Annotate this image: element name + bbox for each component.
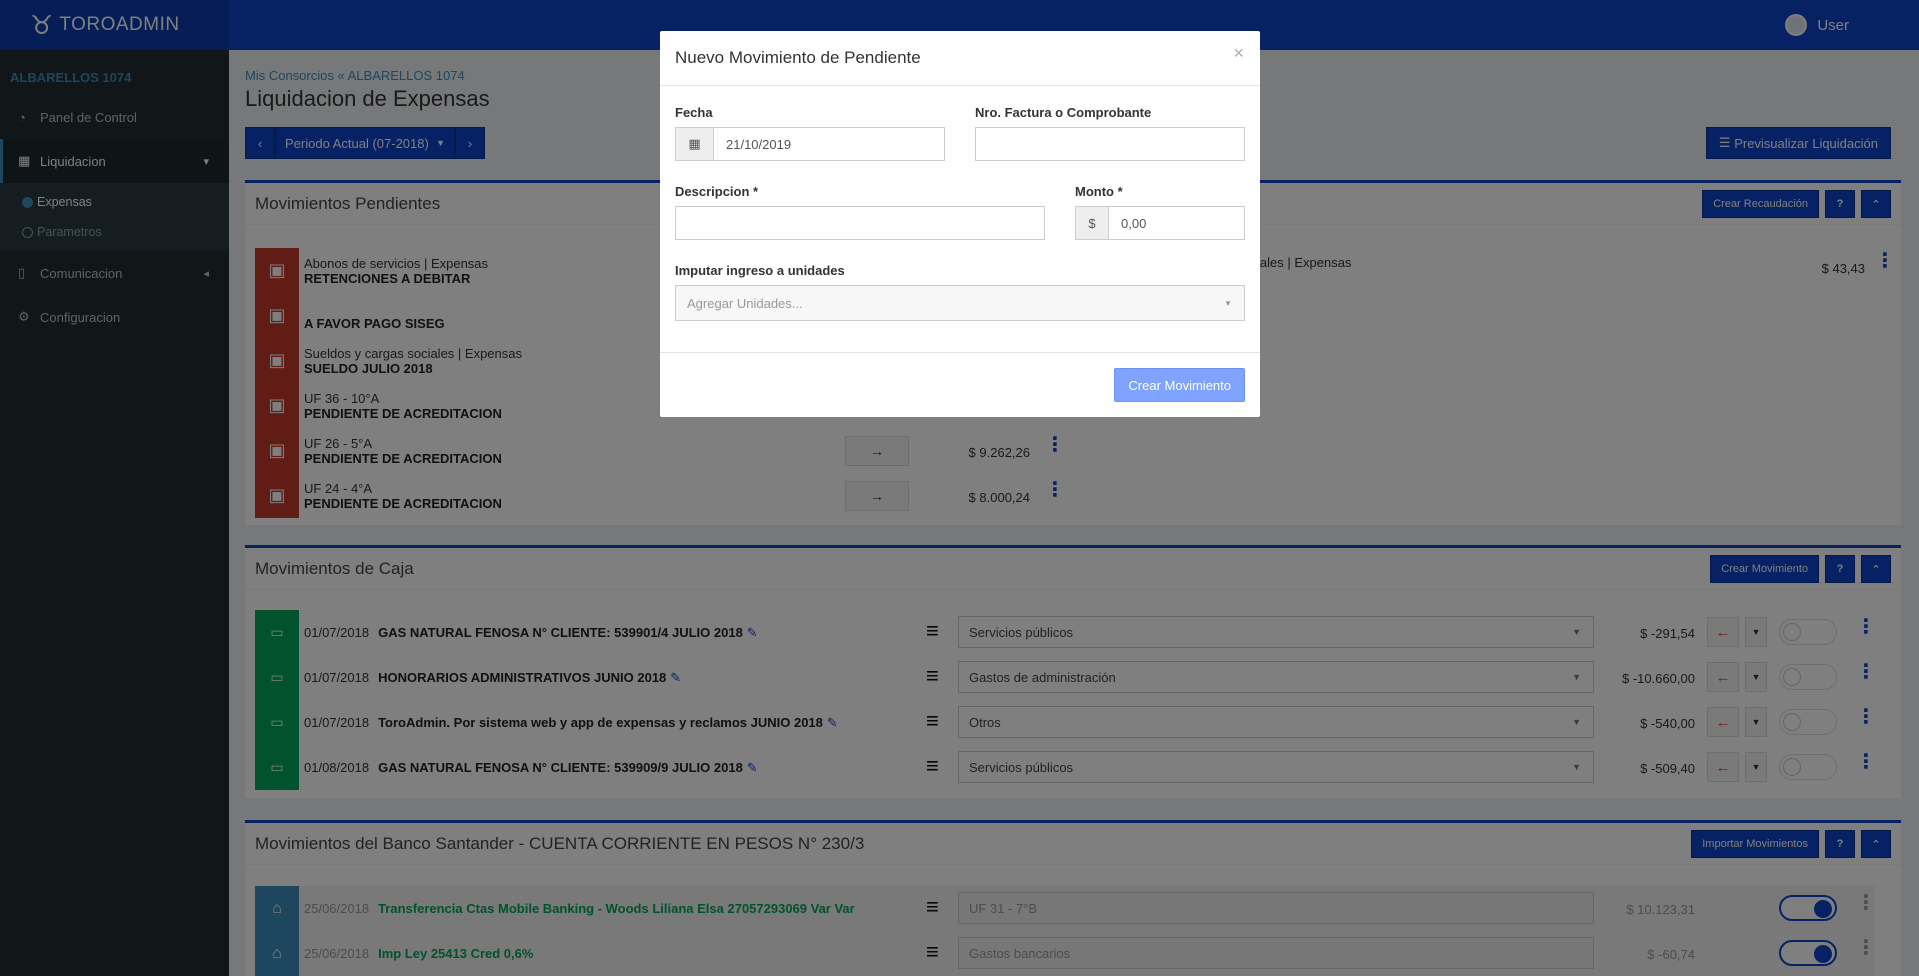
caret-down-icon: ▼: [1224, 298, 1232, 308]
modal-title: Nuevo Movimiento de Pendiente: [660, 31, 1260, 86]
monto-label: Monto *: [1075, 184, 1123, 199]
monto-value: 0,00: [1121, 215, 1147, 231]
factura-label: Nro. Factura o Comprobante: [975, 105, 1152, 120]
descripcion-input[interactable]: [675, 206, 1045, 240]
unidades-select[interactable]: Agregar Unidades... ▼: [675, 285, 1245, 321]
descripcion-label: Descripcion *: [675, 184, 759, 199]
fecha-value: 21/10/2019: [726, 136, 792, 152]
unidades-label: Imputar ingreso a unidades: [675, 263, 845, 278]
fecha-field[interactable]: ▦ 21/10/2019: [675, 127, 945, 161]
close-icon[interactable]: ×: [1233, 43, 1244, 64]
currency-prefix: $: [1076, 207, 1109, 239]
monto-field[interactable]: $ 0,00: [1075, 206, 1245, 240]
factura-input[interactable]: [975, 127, 1245, 161]
fecha-label: Fecha: [675, 105, 713, 120]
unidades-placeholder: Agregar Unidades...: [687, 295, 803, 311]
modal-footer: [660, 352, 1260, 353]
crear-movimiento-submit[interactable]: Crear Movimiento: [1114, 368, 1245, 402]
calendar-icon: ▦: [676, 128, 714, 160]
nuevo-movimiento-modal: Nuevo Movimiento de Pendiente × Fecha ▦ …: [660, 31, 1260, 417]
